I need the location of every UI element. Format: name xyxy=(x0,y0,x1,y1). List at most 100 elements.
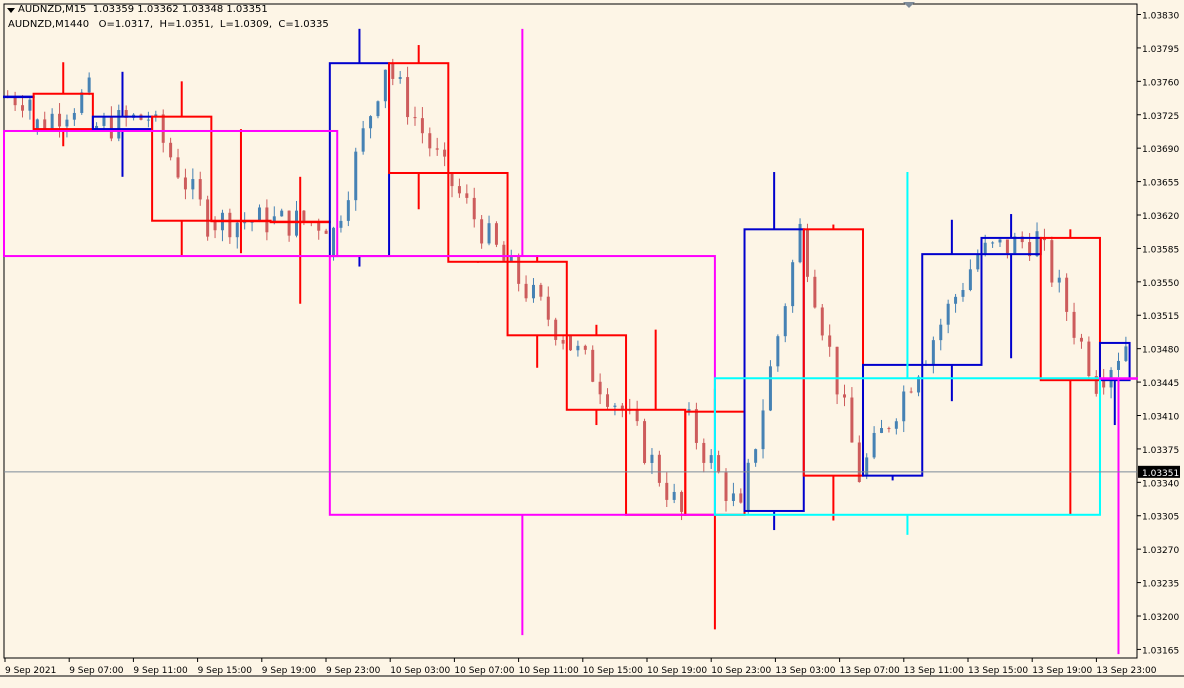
y-tick-label: 1.03795 xyxy=(1142,45,1179,55)
x-tick-label: 9 Sep 07:00 xyxy=(69,666,124,676)
candle-body xyxy=(865,457,869,476)
red-candle-box xyxy=(506,260,568,337)
x-tick-label: 13 Sep 11:00 xyxy=(904,666,964,676)
candle-body xyxy=(998,239,1002,243)
y-tick-label: 1.03340 xyxy=(1142,479,1179,489)
candle-body xyxy=(43,119,47,130)
candle-body xyxy=(561,339,565,344)
candle-body xyxy=(909,391,913,393)
y-tick-label: 1.03550 xyxy=(1142,279,1179,289)
x-tick-label: 10 Sep 23:00 xyxy=(711,666,771,676)
y-tick-label: 1.03690 xyxy=(1142,145,1179,155)
candle-body xyxy=(65,119,69,127)
candle-body xyxy=(850,397,854,443)
candle-body xyxy=(1116,360,1120,370)
candle-body xyxy=(35,119,39,130)
candle-body xyxy=(828,335,832,347)
y-tick-label: 1.03830 xyxy=(1142,12,1179,22)
candle-body xyxy=(183,177,187,190)
candle-body xyxy=(665,482,669,500)
candle-body xyxy=(198,179,202,200)
candle-body xyxy=(406,77,410,118)
y-tick-label: 1.03410 xyxy=(1142,412,1179,422)
x-tick-label: 9 Sep 19:00 xyxy=(262,666,317,676)
candle-body xyxy=(776,336,780,367)
y-tick-label: 1.03235 xyxy=(1142,580,1179,590)
candle-body xyxy=(524,283,528,299)
candle-body xyxy=(739,493,743,503)
blue-candle-box xyxy=(91,115,154,131)
candle-body xyxy=(1102,380,1106,388)
candle-body xyxy=(302,210,306,222)
y-tick-label: 1.03620 xyxy=(1142,212,1179,222)
candle-body xyxy=(102,116,106,126)
candle-body xyxy=(369,116,373,129)
header-symbol-line: AUDNZD,M15 1.03359 1.03362 1.03348 1.033… xyxy=(18,4,268,15)
x-tick-label: 9 Sep 15:00 xyxy=(198,666,253,676)
red-candle-box xyxy=(1039,236,1101,382)
candle-body xyxy=(835,346,839,395)
price-chart[interactable]: 1.03830 1.03795 1.03760 1.03725 1.03690 1.036… xyxy=(0,0,1184,684)
candle-body xyxy=(161,114,165,143)
x-tick-label: 13 Sep 23:00 xyxy=(1096,666,1156,676)
candle-body xyxy=(991,242,995,244)
candle-body xyxy=(939,324,943,341)
x-tick-label: 9 Sep 23:00 xyxy=(326,666,381,676)
candle-body xyxy=(317,222,321,231)
candle-body xyxy=(961,290,965,297)
x-tick-label: 13 Sep 15:00 xyxy=(968,666,1028,676)
x-tick-label: 13 Sep 19:00 xyxy=(1032,666,1092,676)
candle-body xyxy=(228,212,232,238)
candle-body xyxy=(443,149,447,157)
candle-body xyxy=(842,394,846,398)
candle-body xyxy=(613,405,617,407)
candle-body xyxy=(472,197,476,220)
candle-body xyxy=(243,222,247,224)
candle-body xyxy=(1065,277,1069,312)
blue-candle-box xyxy=(3,95,35,99)
y-tick-label: 1.03760 xyxy=(1142,78,1179,88)
candle-body xyxy=(50,113,54,130)
candle-body xyxy=(324,230,328,234)
candle-body xyxy=(717,455,721,473)
candle-body xyxy=(761,410,765,450)
candle-body xyxy=(954,296,958,304)
candle-body xyxy=(606,394,610,407)
x-tick-label: 9 Sep 2021 xyxy=(5,666,56,676)
chart-svg[interactable]: 1.03830 1.03795 1.03760 1.03725 1.03690 1.036… xyxy=(0,0,1184,684)
candle-body xyxy=(383,69,387,102)
x-tick-label: 10 Sep 11:00 xyxy=(519,666,579,676)
candle-body xyxy=(391,63,395,79)
candle-body xyxy=(146,119,150,121)
candle-body xyxy=(487,223,491,244)
candle-body xyxy=(235,222,239,238)
y-tick-label: 1.03270 xyxy=(1142,546,1179,556)
candle-body xyxy=(332,227,336,257)
candle-body xyxy=(598,381,602,395)
candle-body xyxy=(709,455,713,463)
candle-body xyxy=(880,428,884,433)
y-tick-label: 1.03445 xyxy=(1142,379,1179,389)
menu-triangle-icon[interactable] xyxy=(7,8,15,13)
red-candle-box xyxy=(388,62,450,174)
candle-body xyxy=(731,493,735,501)
scroll-marker-icon[interactable] xyxy=(903,2,915,8)
candle-body xyxy=(576,345,580,351)
candle-body xyxy=(339,220,343,228)
candle-body xyxy=(206,199,210,237)
candle-body xyxy=(931,340,935,364)
candle-body xyxy=(1050,240,1054,283)
y-tick-label: 1.03165 xyxy=(1142,646,1179,656)
x-tick-label: 10 Sep 03:00 xyxy=(390,666,450,676)
x-tick-label: 10 Sep 07:00 xyxy=(454,666,514,676)
candle-body xyxy=(1005,239,1009,254)
y-tick-label: 1.03725 xyxy=(1142,112,1179,122)
candle-body xyxy=(820,307,824,336)
candle-body xyxy=(791,262,795,307)
candle-body xyxy=(191,179,195,190)
candle-body xyxy=(946,303,950,325)
candle-body xyxy=(494,223,498,245)
candle-body xyxy=(80,92,84,113)
candle-body xyxy=(502,244,506,261)
candle-body xyxy=(702,442,706,463)
